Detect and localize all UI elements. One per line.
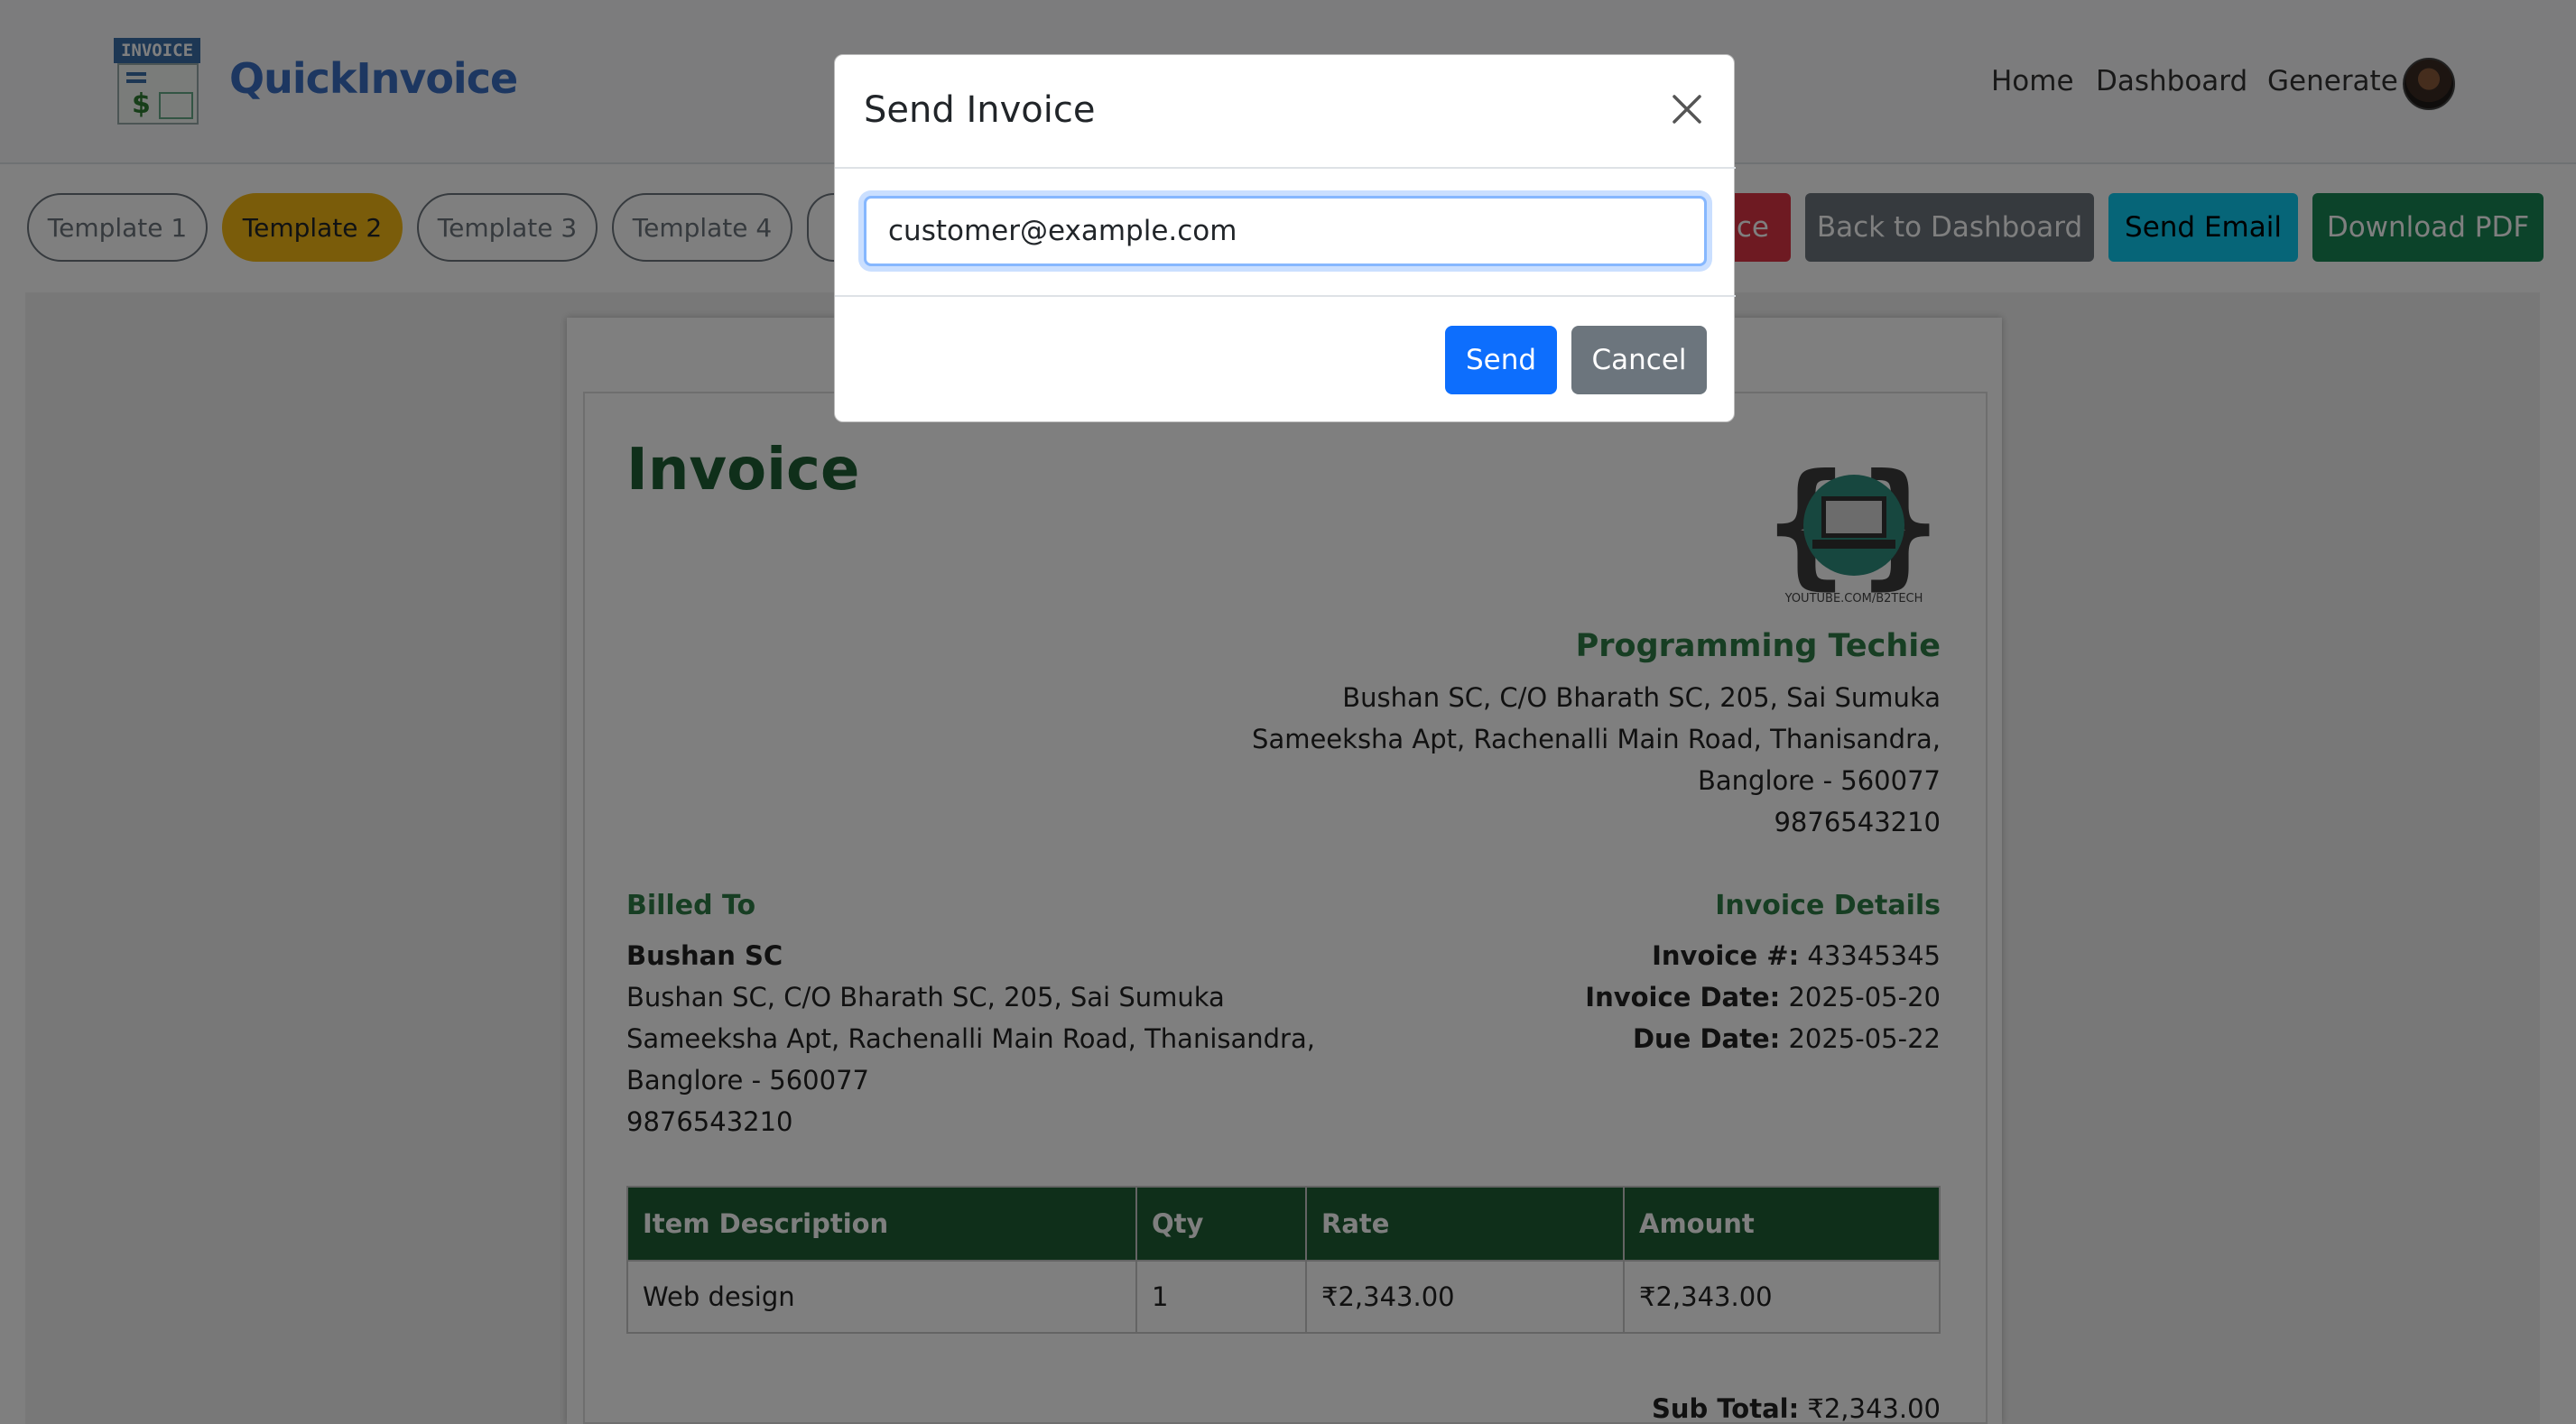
send-invoice-modal: Send Invoice Send Cancel xyxy=(834,54,1736,422)
email-input[interactable] xyxy=(864,196,1707,266)
modal-divider xyxy=(835,295,1736,297)
close-icon[interactable] xyxy=(1665,88,1709,131)
modal-divider xyxy=(835,167,1736,169)
cancel-button[interactable]: Cancel xyxy=(1571,326,1707,394)
send-button[interactable]: Send xyxy=(1445,326,1557,394)
modal-title: Send Invoice xyxy=(864,89,1096,131)
